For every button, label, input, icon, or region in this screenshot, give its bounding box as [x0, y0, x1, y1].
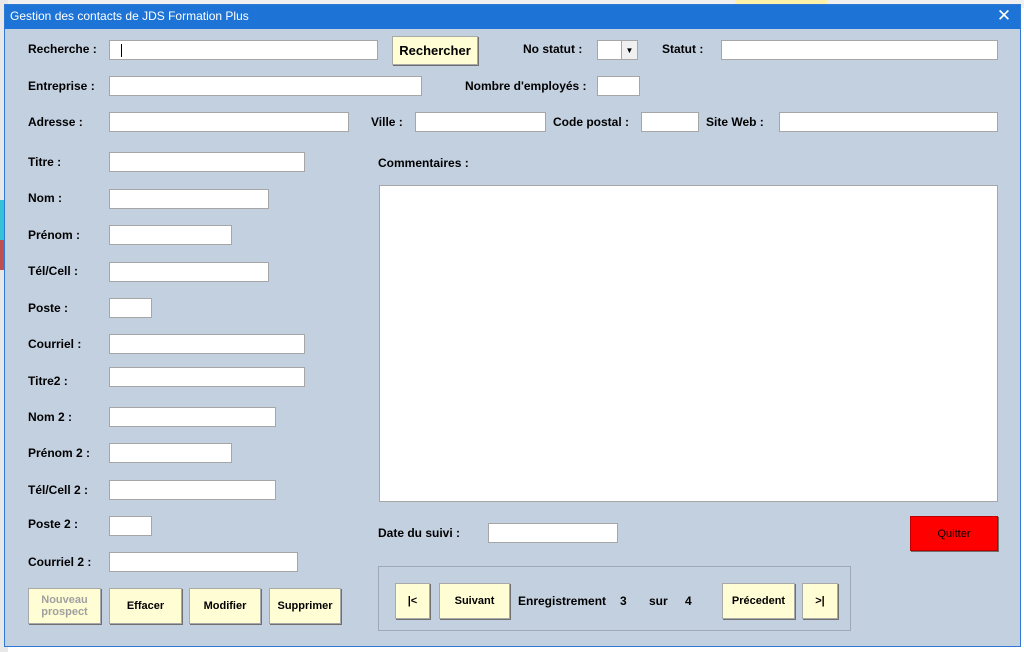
courriel2-label: Courriel 2 :	[28, 555, 92, 569]
tel-input[interactable]	[109, 262, 269, 282]
nom-input[interactable]	[109, 189, 269, 209]
first-record-button[interactable]: |<	[395, 583, 430, 619]
postal-code-input[interactable]	[641, 112, 699, 132]
courriel-label: Courriel :	[28, 337, 82, 351]
chevron-down-icon[interactable]: ▼	[621, 41, 637, 59]
address-label: Adresse :	[28, 115, 83, 129]
record-current: 3	[620, 594, 627, 608]
courriel2-input[interactable]	[109, 552, 298, 572]
tel-label: Tél/Cell :	[28, 264, 79, 278]
new-prospect-line2: prospect	[41, 606, 88, 618]
followup-date-label: Date du suivi :	[378, 526, 461, 540]
poste2-label: Poste 2 :	[28, 517, 79, 531]
website-label: Site Web :	[706, 115, 764, 129]
titre2-input[interactable]	[109, 367, 305, 387]
quit-button[interactable]: Quitter	[910, 516, 998, 551]
search-input[interactable]	[109, 40, 378, 60]
nom-label: Nom :	[28, 191, 62, 205]
company-label: Entreprise :	[28, 79, 95, 93]
titre2-label: Titre2 :	[28, 374, 68, 388]
city-input[interactable]	[415, 112, 546, 132]
comments-textarea[interactable]	[379, 185, 998, 502]
title-bar: Gestion des contacts de JDS Formation Pl…	[5, 5, 1020, 29]
next-record-button[interactable]: Suivant	[439, 583, 510, 619]
record-total: 4	[685, 594, 692, 608]
tel2-input[interactable]	[109, 480, 276, 500]
company-input[interactable]	[109, 76, 422, 96]
record-of-label: sur	[649, 594, 668, 608]
tel2-label: Tél/Cell 2 :	[28, 483, 89, 497]
delete-button[interactable]: Supprimer	[269, 588, 341, 624]
followup-date-input[interactable]	[488, 523, 618, 543]
modify-button[interactable]: Modifier	[189, 588, 261, 624]
last-record-button[interactable]: >|	[802, 583, 838, 619]
city-label: Ville :	[371, 115, 403, 129]
contacts-form-window: Gestion des contacts de JDS Formation Pl…	[4, 4, 1021, 647]
text-cursor	[121, 44, 122, 57]
window-title: Gestion des contacts de JDS Formation Pl…	[10, 9, 249, 23]
status-label: Statut :	[662, 42, 704, 56]
record-label: Enregistrement	[518, 594, 607, 608]
prenom2-label: Prénom 2 :	[28, 446, 91, 460]
employees-label: Nombre d'employés :	[465, 79, 587, 93]
website-input[interactable]	[779, 112, 998, 132]
new-prospect-line1: Nouveau	[41, 594, 88, 606]
status-no-dropdown[interactable]: ▼	[597, 40, 638, 60]
comments-label: Commentaires :	[378, 156, 469, 170]
clear-button[interactable]: Effacer	[109, 588, 182, 624]
previous-record-button[interactable]: Précedent	[722, 583, 795, 619]
courriel-input[interactable]	[109, 334, 305, 354]
prenom2-input[interactable]	[109, 443, 232, 463]
poste-label: Poste :	[28, 301, 69, 315]
status-no-label: No statut :	[523, 42, 583, 56]
poste2-input[interactable]	[109, 516, 152, 536]
nom2-input[interactable]	[109, 407, 276, 427]
search-button[interactable]: Rechercher	[392, 36, 478, 65]
postal-code-label: Code postal :	[553, 115, 630, 129]
titre-label: Titre :	[28, 155, 62, 169]
prenom-label: Prénom :	[28, 228, 81, 242]
close-icon[interactable]: ✕	[994, 6, 1014, 26]
new-prospect-button[interactable]: Nouveau prospect	[28, 588, 101, 624]
nom2-label: Nom 2 :	[28, 410, 73, 424]
poste-input[interactable]	[109, 298, 152, 318]
employees-input[interactable]	[597, 76, 640, 96]
search-label: Recherche :	[28, 42, 97, 56]
titre-input[interactable]	[109, 152, 305, 172]
prenom-input[interactable]	[109, 225, 232, 245]
address-input[interactable]	[109, 112, 349, 132]
status-input[interactable]	[721, 40, 998, 60]
